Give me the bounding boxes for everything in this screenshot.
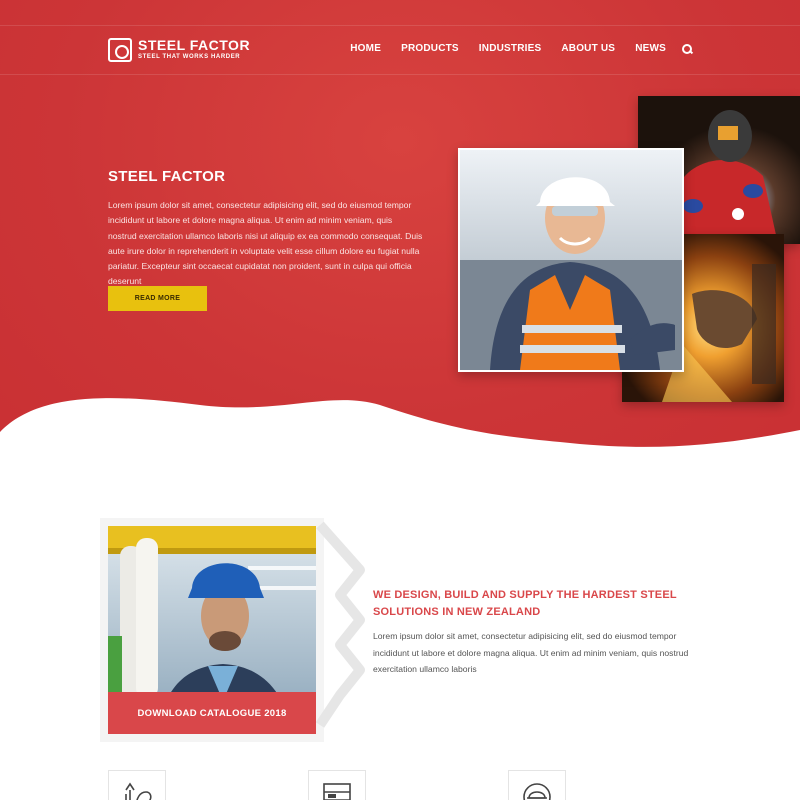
- nav-industries[interactable]: INDUSTRIES: [479, 43, 542, 54]
- catalogue-card[interactable]: DOWNLOAD CATALOGUE 2018: [108, 526, 316, 734]
- section-heading: WE DESIGN, BUILD AND SUPPLY THE HARDEST …: [373, 589, 677, 618]
- nav-news[interactable]: NEWS: [635, 43, 666, 54]
- nav-about-us[interactable]: ABOUT US: [561, 43, 615, 54]
- steel-panel-icon: [323, 783, 351, 800]
- logo-name: STEEL FACTOR: [138, 37, 251, 53]
- feature-card-strength[interactable]: [108, 770, 166, 800]
- search-icon[interactable]: [682, 43, 692, 54]
- strength-arm-icon: [125, 782, 152, 800]
- logo-mark-icon: [108, 38, 132, 62]
- logo[interactable]: STEEL FACTOR STEEL THAT WORKS HARDER: [108, 38, 250, 62]
- logo-tagline: STEEL THAT WORKS HARDER: [138, 54, 241, 60]
- feature-card-panel[interactable]: [308, 770, 366, 800]
- engineer-photo: [458, 148, 684, 372]
- nav-products[interactable]: PRODUCTS: [401, 43, 459, 54]
- hero-description: Lorem ipsum dolor sit amet, consectetur …: [108, 200, 423, 287]
- worker-helmet-icon: [523, 783, 551, 800]
- download-catalogue-button[interactable]: DOWNLOAD CATALOGUE 2018: [108, 692, 316, 734]
- section-description: Lorem ipsum dolor sit amet, consectetur …: [373, 631, 689, 675]
- feature-card-worker[interactable]: [508, 770, 566, 800]
- hero-title: STEEL FACTOR: [108, 168, 226, 185]
- hero-section: STEEL FACTOR STEEL THAT WORKS HARDER HOM…: [0, 0, 800, 480]
- main-nav: HOME PRODUCTS INDUSTRIES ABOUT US NEWS: [330, 43, 692, 54]
- top-navbar: STEEL FACTOR STEEL THAT WORKS HARDER HOM…: [0, 25, 800, 75]
- read-more-button[interactable]: READ MORE: [108, 286, 207, 311]
- nav-home[interactable]: HOME: [350, 43, 381, 54]
